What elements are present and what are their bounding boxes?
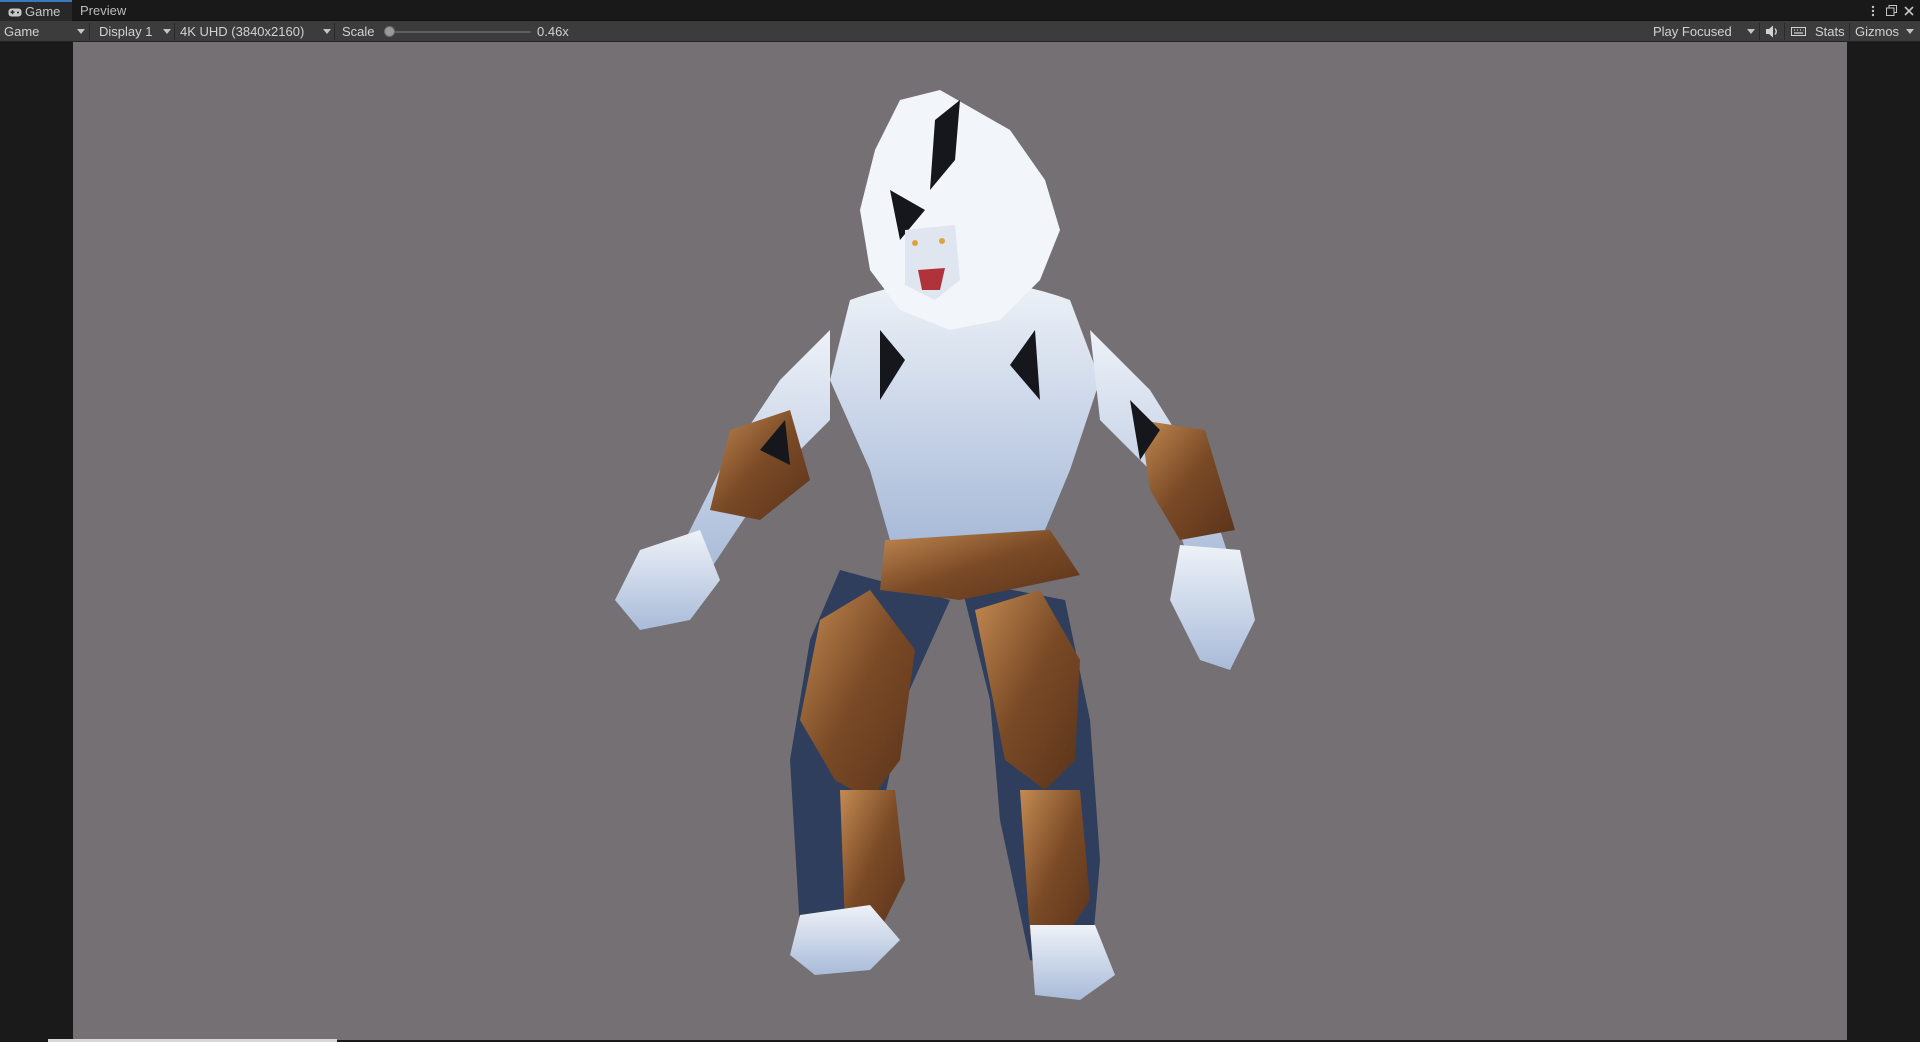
separator <box>174 23 175 40</box>
tab-game[interactable]: Game <box>0 0 72 21</box>
play-mode-label: Play Focused <box>1653 24 1732 39</box>
scale-slider-thumb[interactable] <box>384 26 395 37</box>
keyboard-icon[interactable] <box>1791 21 1806 42</box>
scale-slider-track[interactable] <box>385 31 531 33</box>
tab-bar: Game Preview <box>0 0 1920 21</box>
view-mode-label: Game <box>4 24 40 39</box>
tab-preview-label: Preview <box>80 3 127 18</box>
resolution-chevron-down-icon[interactable] <box>323 29 331 34</box>
window-controls <box>1866 0 1916 21</box>
separator <box>334 23 335 40</box>
gizmos-chevron-down-icon[interactable] <box>1906 29 1914 34</box>
view-mode-chevron-down-icon[interactable] <box>77 29 85 34</box>
maximize-icon[interactable] <box>1884 4 1898 18</box>
tab-preview[interactable]: Preview <box>72 0 142 21</box>
gamepad-icon <box>8 8 22 17</box>
separator <box>1759 23 1760 40</box>
display-label: Display 1 <box>99 24 153 39</box>
tab-game-label: Game <box>25 4 61 19</box>
gizmos-label: Gizmos <box>1855 24 1900 39</box>
scale-label: Scale <box>342 24 375 39</box>
kebab-menu-icon[interactable] <box>1866 4 1880 18</box>
resolution-dropdown[interactable]: 4K UHD (3840x2160) <box>180 21 304 42</box>
stats-button[interactable]: Stats <box>1815 21 1845 42</box>
close-icon[interactable] <box>1902 4 1916 18</box>
display-chevron-down-icon[interactable] <box>163 29 171 34</box>
game-canvas[interactable] <box>73 42 1847 1040</box>
stats-label: Stats <box>1815 24 1845 39</box>
separator <box>1849 23 1850 40</box>
game-toolbar: Game Display 1 4K UHD (3840x2160) Scale … <box>0 21 1920 42</box>
play-mode-chevron-down-icon[interactable] <box>1747 29 1755 34</box>
play-mode-dropdown[interactable]: Play Focused <box>1653 21 1732 42</box>
display-dropdown[interactable]: Display 1 <box>99 21 152 42</box>
separator <box>1784 23 1785 40</box>
werewolf-character-model <box>615 90 1255 1000</box>
separator <box>89 23 90 40</box>
gizmos-button[interactable]: Gizmos <box>1855 21 1899 42</box>
speaker-icon[interactable] <box>1765 21 1779 42</box>
view-mode-dropdown[interactable]: Game <box>4 21 39 42</box>
scale-value: 0.46x <box>537 24 569 39</box>
resolution-label: 4K UHD (3840x2160) <box>180 24 305 39</box>
